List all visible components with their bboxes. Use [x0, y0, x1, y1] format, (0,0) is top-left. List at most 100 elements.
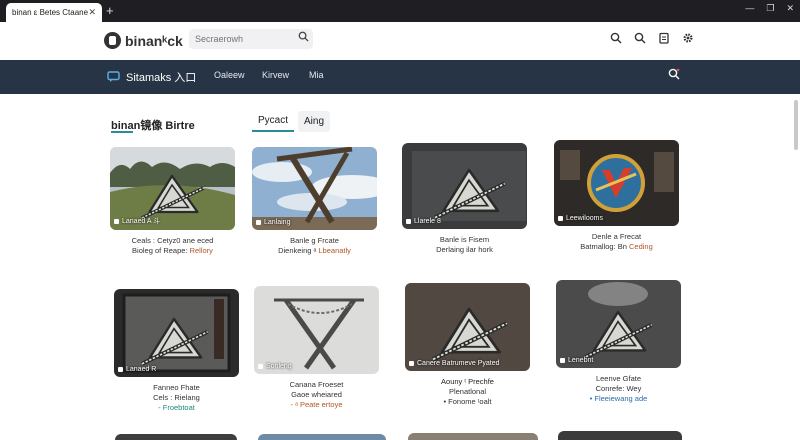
card-line-2: Cels : Rielang	[153, 393, 200, 402]
new-tab-icon[interactable]: +	[106, 3, 114, 19]
card-badge-label: Lenebnt	[568, 357, 594, 364]
user-icon	[118, 367, 123, 372]
card-caption: Aouny ᵗ Prechfe Plenatlonal • Fonome ᵗoa…	[405, 377, 530, 407]
card-badge: Lanaed R	[118, 366, 156, 373]
browser-tab[interactable]: binan ε Betes Ctaaneteid ✕	[6, 3, 102, 22]
card-line-2: Gaoe wheiared	[291, 390, 342, 399]
chat-icon	[107, 71, 120, 83]
card-line-3[interactable]: • Fleeiewang ade	[556, 394, 681, 404]
card-line-1: Leenve Gfate	[595, 374, 642, 383]
gear-icon[interactable]	[682, 32, 694, 44]
image-card[interactable]: Sonleng Canana Froeset Gaoe wheiared - ᵃ…	[254, 286, 379, 410]
card-thumbnail[interactable]: Lanaed R	[114, 289, 239, 377]
card-badge-label: Sonleng	[266, 363, 292, 370]
card-thumbnail[interactable]: Lanlaing	[252, 147, 377, 230]
card-badge: Canere Batrumeve Pyated	[409, 360, 500, 367]
card-thumbnail[interactable]: Sonleng	[254, 286, 379, 374]
card-line-2-accent[interactable]: Rellory	[190, 246, 213, 255]
image-card[interactable]: Lanaed R Fanneo Fhate Cels : Rielang - F…	[114, 289, 239, 413]
nav-link-review[interactable]: Kirvew	[262, 70, 289, 80]
card-caption: Fanneo Fhate Cels : Rielang - Froebtoat	[114, 383, 239, 413]
user-icon	[406, 219, 411, 224]
user-icon	[256, 220, 261, 225]
card-line-1: Banle is Fisem	[439, 235, 490, 244]
card-thumbnail[interactable]: Leewilooms	[554, 140, 679, 226]
tab-product[interactable]: Pycact	[252, 111, 295, 132]
user-icon	[114, 218, 119, 224]
close-window-icon[interactable]: ✕	[786, 3, 794, 14]
card-badge: Leewilooms	[558, 215, 603, 222]
image-card-partial[interactable]	[408, 433, 538, 440]
card-line-1: Banle g Frcate	[290, 236, 339, 245]
image-card[interactable]: Lenebnt Leenve Gfate Conrefe: Wey • Flee…	[556, 280, 681, 404]
card-line-1: Ceals : Cetyz0 ane eced	[131, 236, 214, 245]
card-caption: Denle a Frecat Batmallog: Bn Ceding	[554, 232, 679, 252]
search-icon[interactable]	[610, 32, 622, 44]
nav-link-media[interactable]: Mia	[309, 70, 324, 80]
card-badge-label: Leewilooms	[566, 215, 603, 222]
search-input[interactable]	[189, 29, 313, 49]
card-line-1: Fanneo Fhate	[153, 383, 200, 392]
image-card[interactable]: Lanlaing Banle g Frcate Dienkeing ᵃ Lbea…	[252, 147, 377, 256]
card-line-2: Conrefe: Wey	[595, 384, 642, 393]
card-line-2: Dienkeing ᵃ	[278, 246, 319, 255]
card-line-1: Denle a Frecat	[591, 232, 642, 241]
image-card-partial[interactable]	[558, 431, 682, 440]
card-caption: Canana Froeset Gaoe wheiared - ᵃ Peate e…	[254, 380, 379, 410]
search-icon[interactable]	[298, 31, 309, 42]
nav-link-overview[interactable]: Oaleew	[214, 70, 245, 80]
header-actions	[610, 32, 694, 44]
close-tab-icon[interactable]: ✕	[88, 7, 96, 18]
section-title-underline	[111, 131, 133, 133]
site-logo[interactable]: binanᵏck	[104, 32, 183, 49]
card-thumbnail[interactable]: Lenebnt	[556, 280, 681, 368]
main-navbar: Sitamaks 入口 Oaleew Kirvew Mia	[0, 60, 800, 94]
card-line-3[interactable]: - Froebtoat	[114, 403, 239, 413]
nav-home-link[interactable]: Sitamaks 入口	[107, 69, 196, 85]
search-icon[interactable]	[668, 68, 680, 80]
image-card-partial[interactable]	[115, 434, 237, 440]
card-badge: Llarele 8	[406, 218, 441, 225]
image-card-partial[interactable]	[258, 434, 386, 440]
browser-chrome: binan ε Betes Ctaaneteid ✕ + — ❐ ✕	[0, 0, 800, 22]
minimize-icon[interactable]: —	[745, 3, 754, 14]
card-line-2: Batmallog: Bn	[580, 242, 629, 251]
window-controls: — ❐ ✕	[745, 3, 794, 14]
card-line-2: Bioleg of Reape:	[132, 246, 190, 255]
card-badge: Sonleng	[258, 363, 292, 370]
card-line-1: Canana Froeset	[289, 380, 344, 389]
card-thumbnail[interactable]: Canere Batrumeve Pyated	[405, 283, 530, 371]
image-card[interactable]: Canere Batrumeve Pyated Aouny ᵗ Prechfe …	[405, 283, 530, 407]
card-thumbnail[interactable]: Llarele 8	[402, 143, 527, 229]
user-icon	[409, 361, 414, 366]
card-line-1: Aouny ᵗ Prechfe	[441, 377, 494, 386]
card-badge: Lenebnt	[560, 357, 593, 364]
card-caption: Ceals : Cetyz0 ane eced Bioleg of Reape:…	[110, 236, 235, 256]
page-scrollbar[interactable]	[794, 100, 798, 150]
card-caption: Leenve Gfate Conrefe: Wey • Fleeiewang a…	[556, 374, 681, 404]
search-alt-icon[interactable]	[634, 32, 646, 44]
maximize-icon[interactable]: ❐	[766, 3, 774, 14]
card-badge-label: Lanaed A 斗	[122, 218, 161, 225]
image-card[interactable]: Leewilooms Denle a Frecat Batmallog: Bn …	[554, 140, 679, 252]
user-icon	[558, 216, 563, 221]
section-tabs: Pycact Aing	[252, 111, 331, 132]
image-card[interactable]: Llarele 8 Banle is Fisem Derlaing ilar h…	[402, 143, 527, 255]
card-caption: Banle is Fisem Derlaing ilar hork	[402, 235, 527, 255]
card-line-2-accent[interactable]: Lbeanatly	[318, 246, 351, 255]
card-line-2: Plenatlonal	[448, 387, 487, 396]
browser-tab-title: binan ε Betes Ctaaneteid	[12, 8, 89, 17]
card-badge-label: Lanaed R	[126, 366, 157, 373]
card-line-2-accent[interactable]: Ceding	[629, 242, 653, 251]
image-card[interactable]: Lanaed A 斗 Ceals : Cetyz0 ane eced Biole…	[110, 147, 235, 256]
card-line-3[interactable]: • Fonome ᵗoalt	[405, 397, 530, 407]
card-badge-label: Canere Batrumeve Pyated	[417, 360, 500, 367]
user-icon	[258, 364, 263, 369]
clipboard-icon[interactable]	[658, 32, 670, 44]
logo-icon	[104, 32, 121, 49]
card-badge-label: Llarele 8	[414, 218, 441, 225]
card-line-3[interactable]: - ᵃ Peate ertoye	[254, 400, 379, 410]
card-thumbnail[interactable]: Lanaed A 斗	[110, 147, 235, 230]
tab-aing[interactable]: Aing	[298, 111, 331, 132]
card-badge-label: Lanlaing	[264, 219, 291, 226]
